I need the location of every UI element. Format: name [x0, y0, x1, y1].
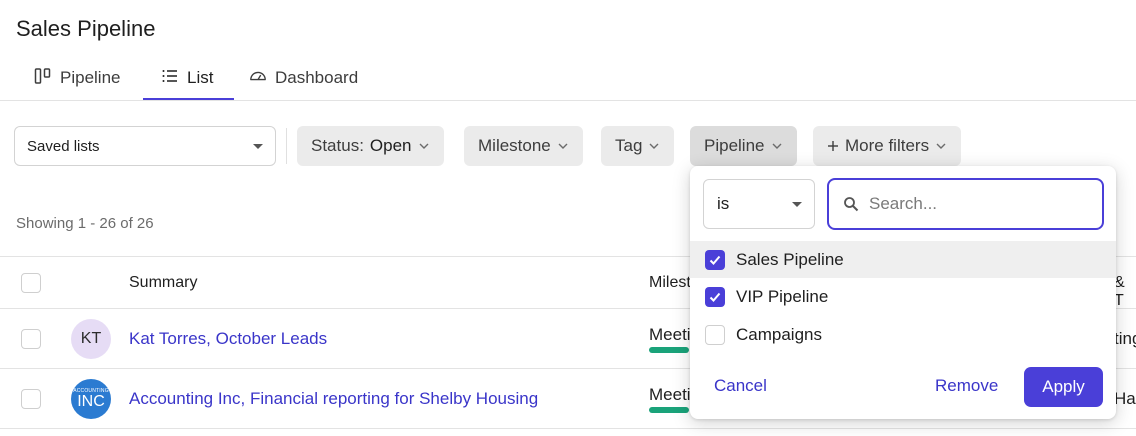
operator-value: is	[717, 194, 730, 213]
option-vip-pipeline[interactable]: VIP Pipeline	[690, 278, 1116, 315]
check-icon	[709, 255, 721, 265]
column-header-milestone[interactable]: Milest	[649, 274, 691, 292]
deal-summary-link[interactable]: Kat Torres, October Leads	[129, 329, 327, 349]
plus-icon	[828, 141, 838, 151]
company-logo-initials: INC	[77, 392, 105, 410]
caret-down-icon	[253, 144, 263, 149]
avatar: KT	[71, 319, 111, 359]
option-campaigns[interactable]: Campaigns	[690, 316, 1116, 353]
checkbox-checked[interactable]	[705, 286, 725, 307]
milestone-progress-bar	[649, 347, 689, 353]
tag-filter-label: Tag	[615, 136, 643, 155]
tag-filter-chip[interactable]: Tag	[601, 126, 675, 166]
tab-pipeline[interactable]: Pipeline	[34, 56, 121, 100]
operator-select[interactable]: is	[703, 179, 815, 229]
status-filter-value: Open	[369, 136, 412, 155]
caret-down-icon	[792, 202, 802, 207]
tab-pipeline-label: Pipeline	[60, 68, 121, 87]
milestone-value: Meeti	[649, 325, 691, 344]
page-title: Sales Pipeline	[16, 16, 156, 41]
more-filters-label: More filters	[845, 136, 930, 155]
search-input[interactable]	[869, 194, 1089, 214]
row-checkbox[interactable]	[21, 389, 41, 409]
remove-button[interactable]: Remove	[935, 376, 998, 396]
column-header-partial[interactable]: & T	[1114, 274, 1136, 310]
pipeline-filter-label: Pipeline	[704, 136, 765, 155]
deal-summary-link[interactable]: Accounting Inc, Financial reporting for …	[129, 389, 538, 409]
row-partial-value: ting	[1114, 329, 1136, 348]
pipeline-search-box[interactable]	[827, 178, 1104, 230]
tab-list[interactable]: List	[161, 56, 213, 100]
divider	[286, 128, 287, 164]
avatar: ACCOUNTING INC	[71, 379, 111, 419]
list-icon	[161, 67, 179, 90]
results-count: Showing 1 - 26 of 26	[16, 215, 154, 232]
chevron-down-icon	[772, 143, 781, 149]
chevron-down-icon	[419, 143, 429, 149]
tab-dashboard[interactable]: Dashboard	[249, 56, 358, 100]
status-filter-label: Status:	[311, 136, 364, 155]
search-icon	[844, 197, 859, 212]
cancel-button[interactable]: Cancel	[714, 376, 767, 396]
option-sales-pipeline[interactable]: Sales Pipeline	[690, 241, 1116, 278]
saved-lists-label: Saved lists	[27, 137, 100, 155]
check-icon	[709, 292, 721, 302]
option-label: VIP Pipeline	[736, 286, 829, 306]
status-filter-chip[interactable]: Status: Open	[297, 126, 444, 166]
option-label: Campaigns	[736, 324, 822, 344]
row-partial-value: Hai	[1114, 389, 1136, 408]
tab-dashboard-label: Dashboard	[275, 68, 359, 87]
checkbox-checked[interactable]	[705, 249, 725, 270]
column-header-summary[interactable]: Summary	[129, 274, 197, 292]
dashboard-gauge-icon	[249, 67, 267, 90]
milestone-filter-chip[interactable]: Milestone	[464, 126, 583, 166]
pipeline-board-icon	[34, 67, 52, 90]
pipeline-filter-popover: is Sales Pipeline VIP Pipeline Campaigns…	[690, 166, 1116, 419]
select-all-checkbox[interactable]	[21, 273, 41, 293]
active-tab-indicator	[143, 98, 234, 100]
apply-button[interactable]: Apply	[1024, 367, 1103, 407]
milestone-filter-label: Milestone	[478, 136, 551, 155]
chevron-down-icon	[649, 143, 659, 149]
chevron-down-icon	[558, 143, 568, 149]
view-tabs: Pipeline List Dashboard	[0, 56, 1136, 101]
pipeline-filter-chip[interactable]: Pipeline	[690, 126, 797, 166]
saved-lists-select[interactable]: Saved lists	[14, 126, 276, 166]
chevron-down-icon	[936, 143, 946, 149]
row-checkbox[interactable]	[21, 329, 41, 349]
milestone-value: Meeti	[649, 385, 691, 404]
milestone-progress-bar	[649, 407, 689, 413]
option-label: Sales Pipeline	[736, 249, 844, 269]
checkbox-unchecked[interactable]	[705, 324, 725, 345]
tab-list-label: List	[187, 68, 214, 87]
more-filters-chip[interactable]: More filters	[813, 126, 962, 166]
